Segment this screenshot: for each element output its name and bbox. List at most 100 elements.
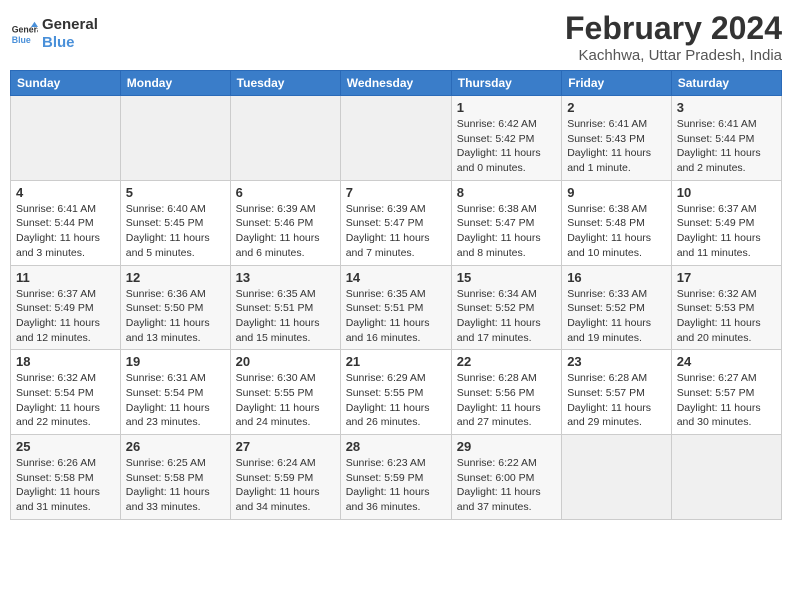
calendar-week-row: 1Sunrise: 6:42 AM Sunset: 5:42 PM Daylig… [11, 96, 782, 181]
day-info: Sunrise: 6:28 AM Sunset: 5:56 PM Dayligh… [457, 371, 556, 430]
day-number: 28 [346, 439, 446, 454]
day-info: Sunrise: 6:29 AM Sunset: 5:55 PM Dayligh… [346, 371, 446, 430]
day-info: Sunrise: 6:24 AM Sunset: 5:59 PM Dayligh… [236, 456, 335, 515]
calendar-cell: 14 Sunrise: 6:35 AM Sunset: 5:51 PM Dayli… [340, 265, 451, 350]
day-number: 18 [16, 354, 115, 369]
day-info: Sunrise: 6:41 AM Sunset: 5:44 PM Dayligh… [16, 202, 115, 261]
calendar-cell: 3 Sunrise: 6:41 AM Sunset: 5:44 PM Daylig… [671, 96, 781, 181]
day-info: Sunrise: 6:37 AM Sunset: 5:49 PM Dayligh… [16, 287, 115, 346]
day-info: Sunrise: 6:32 AM Sunset: 5:54 PM Dayligh… [16, 371, 115, 430]
day-number: 20 [236, 354, 335, 369]
day-number: 12 [126, 270, 225, 285]
calendar-cell: 19 Sunrise: 6:31 AM Sunset: 5:54 PM Dayli… [120, 350, 230, 435]
title-block: February 2024 Kachhwa, Uttar Pradesh, In… [565, 10, 782, 64]
calendar-cell [11, 96, 121, 181]
day-info: Sunrise: 6:37 AM Sunset: 5:49 PM Dayligh… [677, 202, 776, 261]
day-info: Sunrise: 6:26 AM Sunset: 5:58 PM Dayligh… [16, 456, 115, 515]
day-info: Sunrise: 6:35 AM Sunset: 5:51 PM Dayligh… [236, 287, 335, 346]
calendar-cell: 11 Sunrise: 6:37 AM Sunset: 5:49 PM Dayli… [11, 265, 121, 350]
calendar-cell: 5 Sunrise: 6:40 AM Sunset: 5:45 PM Daylig… [120, 180, 230, 265]
calendar-cell: 16 Sunrise: 6:33 AM Sunset: 5:52 PM Dayli… [562, 265, 672, 350]
day-number: 5 [126, 185, 225, 200]
day-info: Sunrise: 6:41 AM Sunset: 5:44 PM Dayligh… [677, 117, 776, 176]
day-number: 14 [346, 270, 446, 285]
day-info: Sunrise: 6:23 AM Sunset: 5:59 PM Dayligh… [346, 456, 446, 515]
logo-icon: General Blue [10, 20, 38, 48]
day-of-week-header: Friday [562, 71, 672, 96]
calendar-body: 1Sunrise: 6:42 AM Sunset: 5:42 PM Daylig… [11, 96, 782, 520]
calendar-cell: 20 Sunrise: 6:30 AM Sunset: 5:55 PM Dayli… [230, 350, 340, 435]
day-number: 7 [346, 185, 446, 200]
day-info: Sunrise: 6:30 AM Sunset: 5:55 PM Dayligh… [236, 371, 335, 430]
day-of-week-header: Thursday [451, 71, 561, 96]
day-info: Sunrise: 6:34 AM Sunset: 5:52 PM Dayligh… [457, 287, 556, 346]
calendar-week-row: 4 Sunrise: 6:41 AM Sunset: 5:44 PM Daylig… [11, 180, 782, 265]
day-number: 15 [457, 270, 556, 285]
calendar-cell: 13 Sunrise: 6:35 AM Sunset: 5:51 PM Dayli… [230, 265, 340, 350]
day-info: Sunrise: 6:31 AM Sunset: 5:54 PM Dayligh… [126, 371, 225, 430]
main-title: February 2024 [565, 10, 782, 47]
day-number: 24 [677, 354, 776, 369]
calendar-cell: 6Sunrise: 6:39 AM Sunset: 5:46 PM Daylig… [230, 180, 340, 265]
calendar-cell: 26 Sunrise: 6:25 AM Sunset: 5:58 PM Dayli… [120, 435, 230, 520]
calendar-cell: 4 Sunrise: 6:41 AM Sunset: 5:44 PM Daylig… [11, 180, 121, 265]
calendar-cell: 21 Sunrise: 6:29 AM Sunset: 5:55 PM Dayli… [340, 350, 451, 435]
day-number: 23 [567, 354, 666, 369]
calendar-cell [562, 435, 672, 520]
day-info: Sunrise: 6:27 AM Sunset: 5:57 PM Dayligh… [677, 371, 776, 430]
calendar-cell: 28 Sunrise: 6:23 AM Sunset: 5:59 PM Dayli… [340, 435, 451, 520]
sub-title: Kachhwa, Uttar Pradesh, India [565, 47, 782, 64]
day-of-week-header: Tuesday [230, 71, 340, 96]
calendar-cell: 29 Sunrise: 6:22 AM Sunset: 6:00 PM Dayli… [451, 435, 561, 520]
day-info: Sunrise: 6:41 AM Sunset: 5:43 PM Dayligh… [567, 117, 666, 176]
calendar-cell: 9Sunrise: 6:38 AM Sunset: 5:48 PM Daylig… [562, 180, 672, 265]
day-info: Sunrise: 6:32 AM Sunset: 5:53 PM Dayligh… [677, 287, 776, 346]
calendar-header-row: SundayMondayTuesdayWednesdayThursdayFrid… [11, 71, 782, 96]
calendar-cell [340, 96, 451, 181]
day-of-week-header: Wednesday [340, 71, 451, 96]
calendar-week-row: 18 Sunrise: 6:32 AM Sunset: 5:54 PM Dayli… [11, 350, 782, 435]
calendar-cell [230, 96, 340, 181]
page-header: General Blue General Blue February 2024 … [10, 10, 782, 64]
day-number: 4 [16, 185, 115, 200]
day-number: 25 [16, 439, 115, 454]
calendar-cell: 15 Sunrise: 6:34 AM Sunset: 5:52 PM Dayli… [451, 265, 561, 350]
day-info: Sunrise: 6:35 AM Sunset: 5:51 PM Dayligh… [346, 287, 446, 346]
logo-blue: Blue [42, 34, 98, 52]
calendar-week-row: 11 Sunrise: 6:37 AM Sunset: 5:49 PM Dayli… [11, 265, 782, 350]
day-number: 11 [16, 270, 115, 285]
day-number: 16 [567, 270, 666, 285]
calendar-cell: 2 Sunrise: 6:41 AM Sunset: 5:43 PM Daylig… [562, 96, 672, 181]
day-info: Sunrise: 6:22 AM Sunset: 6:00 PM Dayligh… [457, 456, 556, 515]
day-number: 26 [126, 439, 225, 454]
day-number: 27 [236, 439, 335, 454]
logo: General Blue General Blue [10, 16, 98, 52]
day-number: 29 [457, 439, 556, 454]
calendar-table: SundayMondayTuesdayWednesdayThursdayFrid… [10, 70, 782, 520]
day-number: 10 [677, 185, 776, 200]
day-info: Sunrise: 6:39 AM Sunset: 5:46 PM Dayligh… [236, 202, 335, 261]
day-number: 19 [126, 354, 225, 369]
calendar-cell: 22Sunrise: 6:28 AM Sunset: 5:56 PM Dayli… [451, 350, 561, 435]
day-of-week-header: Sunday [11, 71, 121, 96]
calendar-cell: 24 Sunrise: 6:27 AM Sunset: 5:57 PM Dayli… [671, 350, 781, 435]
day-number: 3 [677, 100, 776, 115]
day-of-week-header: Saturday [671, 71, 781, 96]
calendar-cell: 17 Sunrise: 6:32 AM Sunset: 5:53 PM Dayli… [671, 265, 781, 350]
day-number: 13 [236, 270, 335, 285]
day-number: 17 [677, 270, 776, 285]
day-number: 8 [457, 185, 556, 200]
day-info: Sunrise: 6:33 AM Sunset: 5:52 PM Dayligh… [567, 287, 666, 346]
calendar-week-row: 25 Sunrise: 6:26 AM Sunset: 5:58 PM Dayli… [11, 435, 782, 520]
day-number: 21 [346, 354, 446, 369]
day-info: Sunrise: 6:25 AM Sunset: 5:58 PM Dayligh… [126, 456, 225, 515]
day-info: Sunrise: 6:40 AM Sunset: 5:45 PM Dayligh… [126, 202, 225, 261]
day-number: 1 [457, 100, 556, 115]
day-number: 9 [567, 185, 666, 200]
day-info: Sunrise: 6:38 AM Sunset: 5:47 PM Dayligh… [457, 202, 556, 261]
svg-text:Blue: Blue [12, 35, 31, 45]
day-info: Sunrise: 6:36 AM Sunset: 5:50 PM Dayligh… [126, 287, 225, 346]
day-info: Sunrise: 6:28 AM Sunset: 5:57 PM Dayligh… [567, 371, 666, 430]
day-number: 2 [567, 100, 666, 115]
calendar-cell [120, 96, 230, 181]
